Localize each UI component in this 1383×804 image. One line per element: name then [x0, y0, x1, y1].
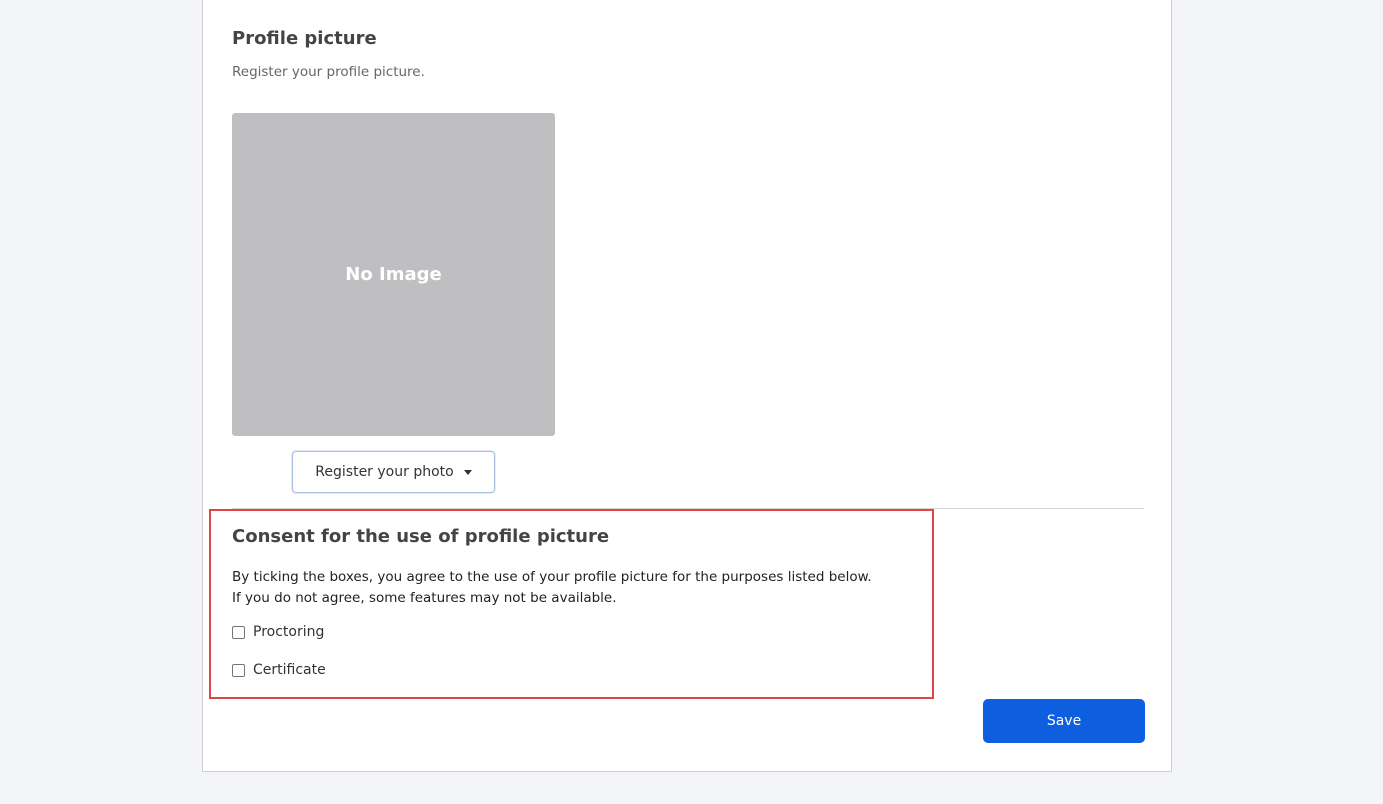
- profile-picture-title: Profile picture: [232, 28, 377, 49]
- register-photo-button[interactable]: Register your photo: [292, 451, 495, 493]
- proctoring-checkbox[interactable]: [232, 625, 245, 639]
- certificate-label: Certificate: [253, 662, 326, 678]
- caret-down-icon: [463, 469, 472, 475]
- profile-settings-card: Profile picture Register your profile pi…: [202, 0, 1172, 772]
- consent-description-line2: If you do not agree, some features may n…: [232, 590, 617, 606]
- certificate-checkbox[interactable]: [232, 663, 245, 677]
- consent-description-line1: By ticking the boxes, you agree to the u…: [232, 569, 872, 585]
- register-photo-label: Register your photo: [315, 464, 454, 480]
- profile-picture-placeholder: No Image: [232, 113, 555, 436]
- proctoring-label: Proctoring: [253, 624, 325, 640]
- proctoring-option[interactable]: Proctoring: [232, 624, 324, 640]
- consent-description: By ticking the boxes, you agree to the u…: [232, 567, 932, 609]
- consent-title: Consent for the use of profile picture: [232, 526, 610, 547]
- save-button[interactable]: Save: [983, 699, 1145, 743]
- certificate-option[interactable]: Certificate: [232, 662, 326, 678]
- profile-picture-description: Register your profile picture.: [232, 64, 425, 80]
- no-image-label: No Image: [345, 264, 442, 285]
